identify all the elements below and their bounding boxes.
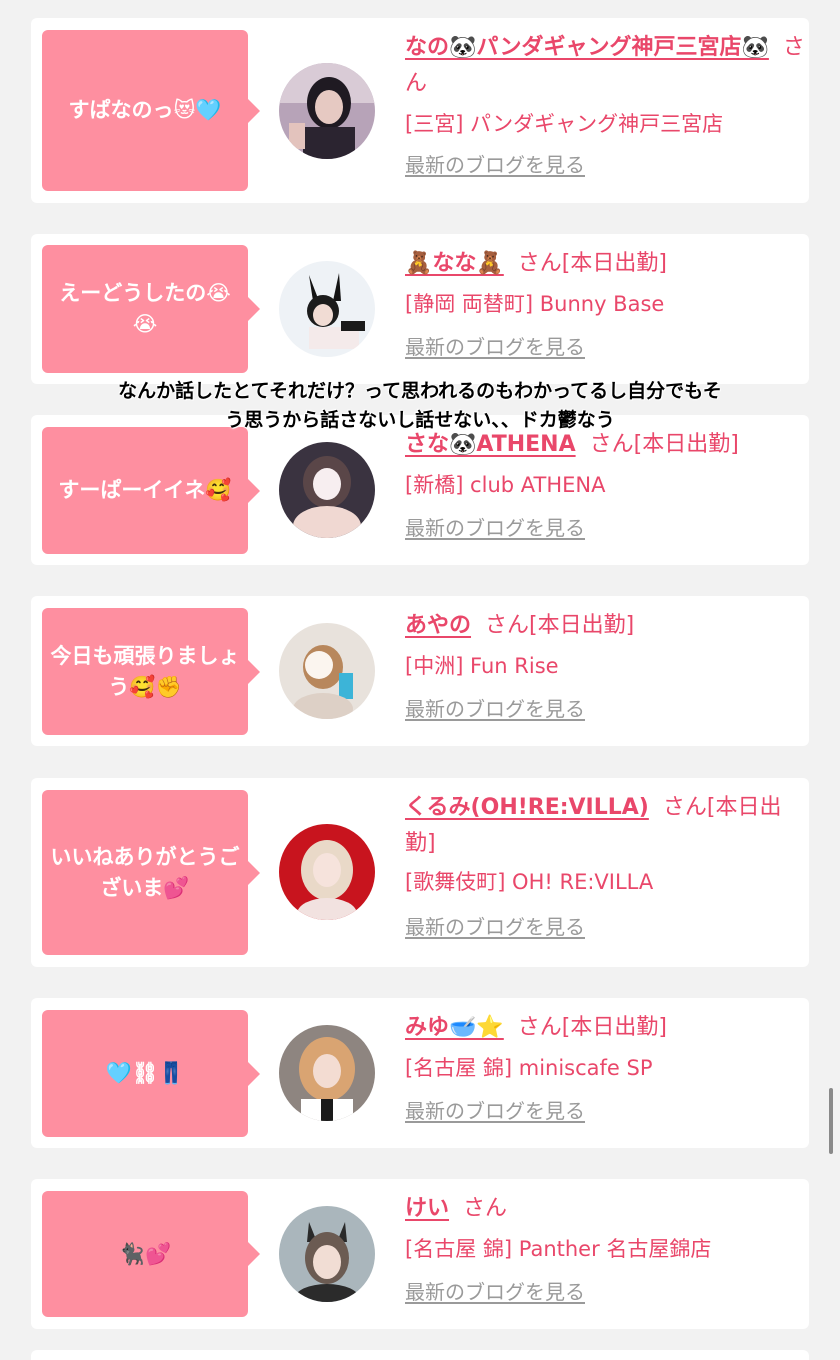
blog-link[interactable]: 最新のブログを見る: [405, 912, 805, 942]
user-card: 今日も頑張りましょう🥰✊ あやの さん[本日出勤] [中洲] Fun Rise 最…: [31, 596, 809, 746]
shop-label: [名古屋 錦] Panther 名古屋錦店: [405, 1237, 712, 1261]
user-info: なの🐼パンダギャング神戸三宮店🐼 さん [三宮] パンダギャング神戸三宮店 最新の…: [405, 30, 805, 180]
user-name-link[interactable]: くるみ(OH!RE:VILLA): [405, 795, 649, 820]
overlay-caption: なんか話したとてそれだけ？って思われるのもわかってるし自分でもそ う思うから話さ…: [0, 377, 840, 435]
honorific: さん[本日出勤]: [517, 1015, 667, 1040]
blog-link[interactable]: 最新のブログを見る: [405, 1096, 805, 1126]
user-card: すぱなのっ😻🩵 なの🐼パンダギャング神戸三宮店🐼 さん [三宮] パンダギャング神…: [31, 18, 809, 203]
user-info: 🧸なな🧸 さん[本日出勤] [静岡 両替町] Bunny Base 最新のブログを…: [405, 246, 805, 362]
honorific: さん: [463, 1196, 508, 1221]
name-line: なの🐼パンダギャング神戸三宮店🐼 さん: [405, 30, 805, 102]
message-text: すーぱーイイネ🥰: [58, 478, 232, 502]
user-info: みゆ🥣⭐ さん[本日出勤] [名古屋 錦] miniscafe SP 最新のブログ…: [405, 1010, 805, 1126]
blog-link[interactable]: 最新のブログを見る: [405, 150, 805, 180]
avatar[interactable]: [279, 442, 375, 538]
user-card: 🐈‍⬛💕 けい さん [名古屋 錦] Panther 名古屋錦店 最新のブログを見…: [31, 1179, 809, 1329]
overlay-line-1: なんか話したとてそれだけ？って思われるのもわかってるし自分でもそ: [118, 380, 722, 402]
next-card-edge: [31, 1350, 809, 1360]
blog-link[interactable]: 最新のブログを見る: [405, 332, 805, 362]
message-text: えーどうしたの😭😭: [59, 281, 231, 336]
name-line: 🧸なな🧸 さん[本日出勤]: [405, 246, 805, 282]
name-line: くるみ(OH!RE:VILLA) さん[本日出勤]: [405, 790, 805, 862]
user-name-link[interactable]: みゆ🥣⭐: [405, 1015, 504, 1040]
honorific: さん[本日出勤]: [517, 251, 667, 276]
message-bubble: すぱなのっ😻🩵: [42, 30, 260, 191]
name-line: けい さん: [405, 1191, 805, 1227]
avatar[interactable]: [279, 261, 375, 357]
shop-label: [新橋] club ATHENA: [405, 473, 606, 497]
user-name-link[interactable]: なの🐼パンダギャング神戸三宮店🐼: [405, 35, 769, 60]
honorific: さん[本日出勤]: [589, 432, 739, 457]
user-card: 🩵⛓👖 みゆ🥣⭐ さん[本日出勤] [名古屋 錦] miniscafe SP 最新…: [31, 998, 809, 1148]
message-text: 🐈‍⬛💕: [118, 1241, 172, 1266]
user-info: あやの さん[本日出勤] [中洲] Fun Rise 最新のブログを見る: [405, 608, 805, 724]
shop-label: [中洲] Fun Rise: [405, 654, 559, 678]
blog-link[interactable]: 最新のブログを見る: [405, 513, 805, 543]
overlay-line-2: う思うから話さないし話せない、、ドカ鬱なう: [225, 409, 615, 431]
user-name-link[interactable]: あやの: [405, 613, 471, 638]
user-card: すーぱーイイネ🥰 さな🐼ATHENA さん[本日出勤] [新橋] club ATH…: [31, 415, 809, 565]
message-bubble: 🐈‍⬛💕: [42, 1191, 260, 1317]
user-info: さな🐼ATHENA さん[本日出勤] [新橋] club ATHENA 最新のブロ…: [405, 427, 805, 543]
message-text: すぱなのっ😻🩵: [68, 98, 222, 122]
message-bubble: 今日も頑張りましょう🥰✊: [42, 608, 260, 735]
user-name-link[interactable]: けい: [405, 1196, 449, 1221]
avatar[interactable]: [279, 1025, 375, 1121]
blog-link[interactable]: 最新のブログを見る: [405, 1277, 805, 1307]
shop-label: [静岡 両替町] Bunny Base: [405, 292, 665, 316]
shop-label: [名古屋 錦] miniscafe SP: [405, 1056, 653, 1080]
shop-label: [歌舞伎町] OH! RE:VILLA: [405, 870, 654, 894]
user-name-link[interactable]: 🧸なな🧸: [405, 251, 504, 276]
user-info: くるみ(OH!RE:VILLA) さん[本日出勤] [歌舞伎町] OH! RE:V…: [405, 790, 805, 942]
message-bubble: 🩵⛓👖: [42, 1010, 260, 1137]
shop-label: [三宮] パンダギャング神戸三宮店: [405, 112, 724, 136]
avatar[interactable]: [279, 623, 375, 719]
blog-link[interactable]: 最新のブログを見る: [405, 694, 805, 724]
avatar[interactable]: [279, 824, 375, 920]
user-info: けい さん [名古屋 錦] Panther 名古屋錦店 最新のブログを見る: [405, 1191, 805, 1307]
user-card: えーどうしたの😭😭 🧸なな🧸 さん[本日出勤] [静岡 両替町] Bunny Ba…: [31, 234, 809, 384]
avatar[interactable]: [279, 63, 375, 159]
message-bubble: すーぱーイイネ🥰: [42, 427, 260, 554]
message-text: 今日も頑張りましょう🥰✊: [50, 643, 240, 699]
honorific: さん[本日出勤]: [485, 613, 635, 638]
name-line: あやの さん[本日出勤]: [405, 608, 805, 644]
message-bubble: えーどうしたの😭😭: [42, 245, 260, 373]
message-text: いいねありがとうございま💕: [50, 844, 240, 900]
user-card: いいねありがとうございま💕 くるみ(OH!RE:VILLA) さん[本日出勤] […: [31, 778, 809, 967]
message-bubble: いいねありがとうございま💕: [42, 790, 260, 955]
name-line: みゆ🥣⭐ さん[本日出勤]: [405, 1010, 805, 1046]
avatar[interactable]: [279, 1206, 375, 1302]
scrollbar[interactable]: [829, 1088, 833, 1154]
user-name-link[interactable]: さな🐼ATHENA: [405, 432, 576, 457]
message-text: 🩵⛓👖: [105, 1061, 185, 1085]
